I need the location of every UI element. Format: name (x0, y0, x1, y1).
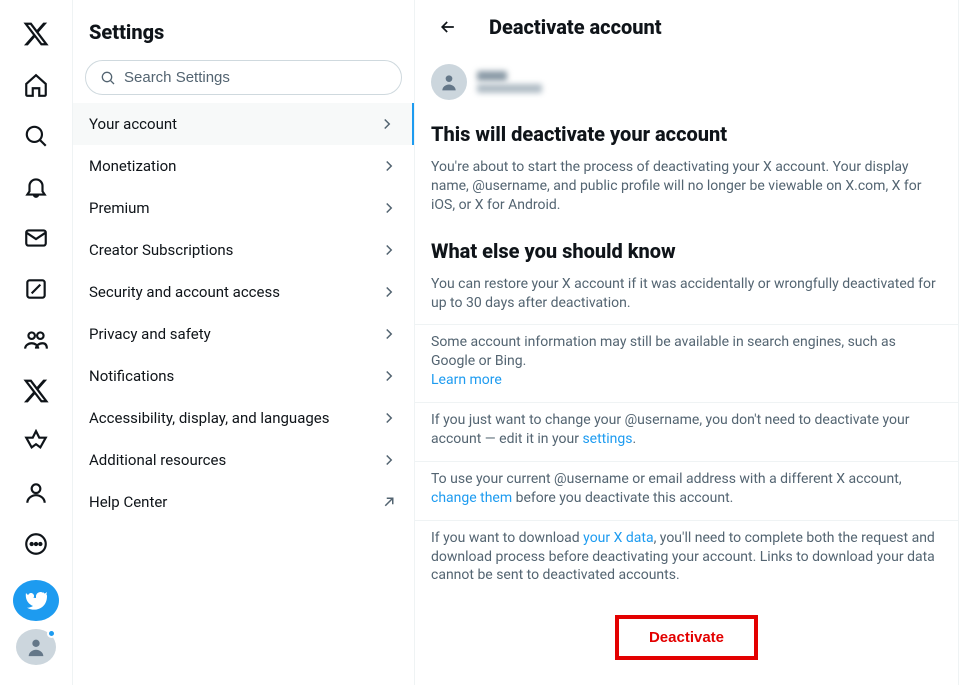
settings-list: Your account Monetization Premium Creator S… (73, 103, 414, 523)
home-icon[interactable] (12, 63, 60, 106)
settings-search-input[interactable] (124, 69, 387, 86)
user-summary[interactable] (415, 54, 958, 110)
settings-item-creator-subscriptions[interactable]: Creator Subscriptions (73, 229, 414, 271)
chevron-right-icon (378, 115, 396, 133)
notification-dot (47, 629, 56, 638)
settings-item-security-and-account-access[interactable]: Security and account access (73, 271, 414, 313)
search-icon[interactable] (12, 114, 60, 157)
settings-item-label: Premium (89, 199, 150, 217)
reuse-username-info: To use your current @username or email a… (415, 462, 958, 521)
chevron-right-icon (380, 409, 398, 427)
detail-panel: Deactivate account This will deactivate … (415, 0, 959, 685)
settings-title: Settings (73, 12, 414, 60)
grok-icon[interactable] (12, 267, 60, 310)
settings-item-help-center[interactable]: Help Center (73, 481, 414, 523)
user-display-name-redacted (477, 71, 507, 81)
heading-deactivate: This will deactivate your account (415, 110, 958, 150)
back-button[interactable] (431, 10, 465, 44)
detail-title: Deactivate account (489, 15, 662, 39)
settings-item-label: Help Center (89, 493, 167, 511)
settings-item-premium[interactable]: Premium (73, 187, 414, 229)
settings-item-label: Additional resources (89, 451, 226, 469)
chevron-right-icon (380, 283, 398, 301)
nav-rail (0, 0, 72, 685)
deactivate-button[interactable]: Deactivate (615, 615, 758, 660)
settings-item-your-account[interactable]: Your account (73, 103, 414, 145)
search-engine-info: Some account information may still be av… (415, 325, 958, 403)
communities-icon[interactable] (12, 318, 60, 361)
settings-item-label: Your account (89, 115, 177, 133)
settings-item-monetization[interactable]: Monetization (73, 145, 414, 187)
external-link-icon (380, 493, 398, 511)
settings-item-privacy-and-safety[interactable]: Privacy and safety (73, 313, 414, 355)
settings-item-label: Creator Subscriptions (89, 241, 233, 259)
settings-item-label: Privacy and safety (89, 325, 211, 343)
x-logo-icon[interactable] (12, 12, 60, 55)
learn-more-link[interactable]: Learn more (431, 372, 502, 388)
change-username-info: If you just want to change your @usernam… (415, 403, 958, 462)
x-premium-icon[interactable] (12, 370, 60, 413)
deactivate-description: You're about to start the process of dea… (415, 150, 958, 227)
compose-button[interactable] (13, 580, 59, 621)
heading-know: What else you should know (415, 227, 958, 267)
chevron-right-icon (380, 157, 398, 175)
settings-item-label: Accessibility, display, and languages (89, 409, 329, 427)
profile-icon[interactable] (12, 472, 60, 515)
restore-info: You can restore your X account if it was… (415, 267, 958, 326)
notifications-icon[interactable] (12, 165, 60, 208)
more-icon[interactable] (12, 523, 60, 566)
chevron-right-icon (380, 451, 398, 469)
settings-panel: Settings Your account Monetization Premium… (72, 0, 415, 685)
change-them-link[interactable]: change them (431, 490, 512, 506)
chevron-right-icon (380, 325, 398, 343)
chevron-right-icon (380, 199, 398, 217)
user-meta (477, 71, 542, 93)
user-handle-redacted (477, 84, 542, 93)
settings-item-label: Security and account access (89, 283, 280, 301)
verified-orgs-icon[interactable] (12, 421, 60, 464)
download-data-info: If you want to download your X data, you… (415, 521, 958, 598)
your-x-data-link[interactable]: your X data (583, 530, 653, 546)
settings-item-additional-resources[interactable]: Additional resources (73, 439, 414, 481)
settings-search[interactable] (85, 60, 402, 95)
chevron-right-icon (380, 367, 398, 385)
account-avatar-button[interactable] (16, 629, 56, 665)
chevron-right-icon (380, 241, 398, 259)
settings-item-label: Monetization (89, 157, 176, 175)
user-avatar-icon (431, 64, 467, 100)
search-icon (100, 70, 116, 86)
settings-item-accessibility-display-and-languages[interactable]: Accessibility, display, and languages (73, 397, 414, 439)
settings-item-label: Notifications (89, 367, 174, 385)
settings-link[interactable]: settings (582, 431, 632, 447)
messages-icon[interactable] (12, 216, 60, 259)
settings-item-notifications[interactable]: Notifications (73, 355, 414, 397)
